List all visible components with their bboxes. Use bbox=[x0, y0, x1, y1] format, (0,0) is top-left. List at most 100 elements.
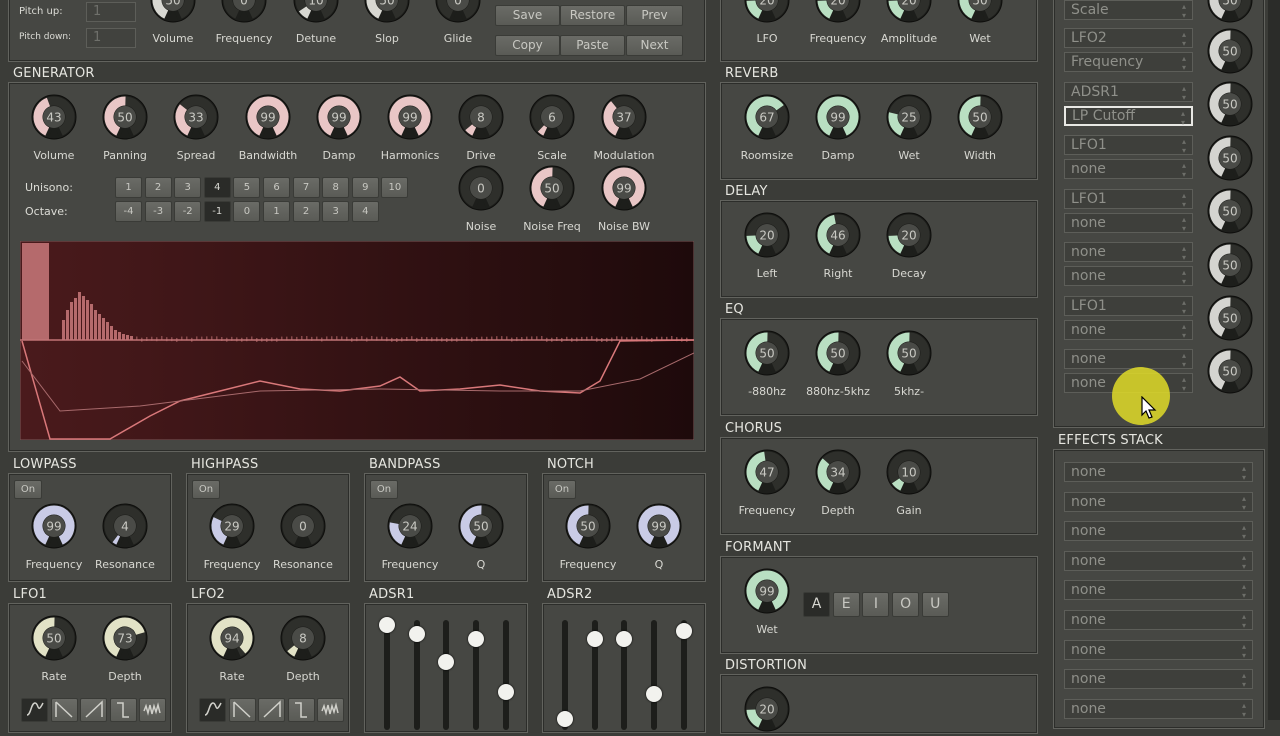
highpass-frequency-knob[interactable]: 29 bbox=[209, 503, 255, 549]
adsr2-slider-handle[interactable] bbox=[587, 631, 603, 647]
adsr1-slider-track[interactable] bbox=[503, 620, 509, 730]
matrix-source-select[interactable]: LFO1 ▴ ▾ bbox=[1064, 189, 1193, 209]
octave-button--4[interactable]: -4 bbox=[115, 201, 142, 222]
fx-frequency-knob[interactable]: 20 bbox=[815, 0, 861, 23]
effects-stack-slot[interactable]: none ▴ ▾ bbox=[1064, 492, 1253, 512]
global-detune-knob[interactable]: 10 bbox=[293, 0, 339, 23]
bandpass-frequency-knob[interactable]: 24 bbox=[387, 503, 433, 549]
lfo2-wave-sine-button[interactable] bbox=[199, 698, 226, 722]
delay-right-knob[interactable]: 46 bbox=[815, 212, 861, 258]
lfo1-wave-saw-down-button[interactable] bbox=[51, 698, 78, 722]
global-frequency-knob[interactable]: 0 bbox=[221, 0, 267, 23]
paste-button[interactable]: Paste bbox=[560, 35, 625, 56]
effects-stack-slot[interactable]: none ▴ ▾ bbox=[1064, 640, 1253, 660]
matrix-target-select[interactable]: LP Cutoff ▴ ▾ bbox=[1064, 106, 1193, 126]
chorus-depth-knob[interactable]: 34 bbox=[815, 449, 861, 495]
distortion-amount-knob[interactable]: 20 bbox=[744, 686, 790, 732]
octave-button-0[interactable]: 0 bbox=[233, 201, 260, 222]
octave-button--3[interactable]: -3 bbox=[145, 201, 172, 222]
adsr2-slider-track[interactable] bbox=[651, 620, 657, 730]
adsr1-slider-track[interactable] bbox=[443, 620, 449, 730]
matrix-target-select[interactable]: none ▴ ▾ bbox=[1064, 213, 1193, 233]
delay-decay-knob[interactable]: 20 bbox=[886, 212, 932, 258]
fx-wet-knob[interactable]: 50 bbox=[957, 0, 1003, 23]
matrix-target-select[interactable]: none ▴ ▾ bbox=[1064, 320, 1193, 340]
lfo1-wave-noise-button[interactable] bbox=[139, 698, 166, 722]
notch-frequency-knob[interactable]: 50 bbox=[565, 503, 611, 549]
matrix-amount-knob[interactable]: 50 bbox=[1207, 348, 1253, 394]
reverb-damp-knob[interactable]: 99 bbox=[815, 94, 861, 140]
reverb-roomsize-knob[interactable]: 67 bbox=[744, 94, 790, 140]
reverb-width-knob[interactable]: 50 bbox=[957, 94, 1003, 140]
matrix-amount-knob[interactable]: 50 bbox=[1207, 295, 1253, 341]
bandpass-on-toggle[interactable]: On bbox=[370, 480, 398, 499]
global-glide-knob[interactable]: 0 bbox=[435, 0, 481, 23]
unisono-button-6[interactable]: 6 bbox=[263, 177, 290, 198]
matrix-source-select[interactable]: none ▴ ▾ bbox=[1064, 349, 1193, 369]
vowel-button-u[interactable]: U bbox=[922, 592, 949, 617]
vowel-button-e[interactable]: E bbox=[833, 592, 860, 617]
effects-stack-slot[interactable]: none ▴ ▾ bbox=[1064, 580, 1253, 600]
octave-button-3[interactable]: 3 bbox=[322, 201, 349, 222]
matrix-source-select[interactable]: LFO2 ▴ ▾ bbox=[1064, 28, 1193, 48]
highpass-on-toggle[interactable]: On bbox=[192, 480, 220, 499]
adsr1-slider-handle[interactable] bbox=[379, 617, 395, 633]
generator-harmonics-knob[interactable]: 99 bbox=[387, 94, 433, 140]
effects-stack-slot[interactable]: none ▴ ▾ bbox=[1064, 669, 1253, 689]
generator-volume-knob[interactable]: 43 bbox=[31, 94, 77, 140]
reverb-wet-knob[interactable]: 25 bbox=[886, 94, 932, 140]
unisono-button-5[interactable]: 5 bbox=[233, 177, 260, 198]
global-volume-knob[interactable]: 50 bbox=[150, 0, 196, 23]
fx-amplitude-knob[interactable]: 20 bbox=[886, 0, 932, 23]
matrix-amount-knob[interactable]: 50 bbox=[1207, 0, 1253, 23]
matrix-amount-knob[interactable]: 50 bbox=[1207, 242, 1253, 288]
unisono-button-7[interactable]: 7 bbox=[293, 177, 320, 198]
matrix-amount-knob[interactable]: 50 bbox=[1207, 135, 1253, 181]
eq--880hz-knob[interactable]: 50 bbox=[744, 330, 790, 376]
adsr1-slider-handle[interactable] bbox=[409, 626, 425, 642]
octave-button-1[interactable]: 1 bbox=[263, 201, 290, 222]
matrix-source-select[interactable]: ADSR1 ▴ ▾ bbox=[1064, 82, 1193, 102]
generator-bandwidth-knob[interactable]: 99 bbox=[245, 94, 291, 140]
generator-damp-knob[interactable]: 99 bbox=[316, 94, 362, 140]
delay-left-knob[interactable]: 20 bbox=[744, 212, 790, 258]
pitch-up-input[interactable]: 1 bbox=[86, 2, 136, 22]
vowel-button-o[interactable]: O bbox=[892, 592, 919, 617]
unisono-button-8[interactable]: 8 bbox=[322, 177, 349, 198]
adsr1-slider-track[interactable] bbox=[384, 620, 390, 730]
adsr1-slider-handle[interactable] bbox=[498, 684, 514, 700]
eq-880hz-5khz-knob[interactable]: 50 bbox=[815, 330, 861, 376]
save-button[interactable]: Save bbox=[495, 5, 560, 26]
lfo2-wave-saw-down-button[interactable] bbox=[229, 698, 256, 722]
unisono-button-2[interactable]: 2 bbox=[145, 177, 172, 198]
effects-stack-slot[interactable]: none ▴ ▾ bbox=[1064, 462, 1253, 482]
unisono-button-1[interactable]: 1 bbox=[115, 177, 142, 198]
generator-noise-freq-knob[interactable]: 50 bbox=[529, 165, 575, 211]
adsr2-slider-handle[interactable] bbox=[646, 686, 662, 702]
effects-stack-slot[interactable]: none ▴ ▾ bbox=[1064, 521, 1253, 541]
unisono-button-3[interactable]: 3 bbox=[174, 177, 201, 198]
generator-modulation-knob[interactable]: 37 bbox=[601, 94, 647, 140]
unisono-button-9[interactable]: 9 bbox=[352, 177, 379, 198]
vowel-button-a[interactable]: A bbox=[803, 592, 830, 617]
notch-on-toggle[interactable]: On bbox=[548, 480, 576, 499]
generator-spread-knob[interactable]: 33 bbox=[173, 94, 219, 140]
matrix-target-select[interactable]: none ▴ ▾ bbox=[1064, 159, 1193, 179]
bandpass-q-knob[interactable]: 50 bbox=[458, 503, 504, 549]
global-slop-knob[interactable]: 50 bbox=[364, 0, 410, 23]
vowel-button-i[interactable]: I bbox=[862, 592, 889, 617]
adsr1-slider-handle[interactable] bbox=[438, 654, 454, 670]
lfo2-wave-noise-button[interactable] bbox=[317, 698, 344, 722]
copy-button[interactable]: Copy bbox=[495, 35, 560, 56]
matrix-target-select[interactable]: none ▴ ▾ bbox=[1064, 266, 1193, 286]
lfo1-rate-knob[interactable]: 50 bbox=[31, 615, 77, 661]
matrix-source-select[interactable]: none ▴ ▾ bbox=[1064, 242, 1193, 262]
matrix-target-select[interactable]: Frequency ▴ ▾ bbox=[1064, 52, 1193, 72]
formant-wet-knob[interactable]: 99 bbox=[744, 568, 790, 614]
octave-button--2[interactable]: -2 bbox=[174, 201, 201, 222]
octave-button-4[interactable]: 4 bbox=[352, 201, 379, 222]
matrix-source-select[interactable]: LFO1 ▴ ▾ bbox=[1064, 135, 1193, 155]
highpass-resonance-knob[interactable]: 0 bbox=[280, 503, 326, 549]
lowpass-on-toggle[interactable]: On bbox=[14, 480, 42, 499]
fx-lfo-knob[interactable]: 20 bbox=[744, 0, 790, 23]
